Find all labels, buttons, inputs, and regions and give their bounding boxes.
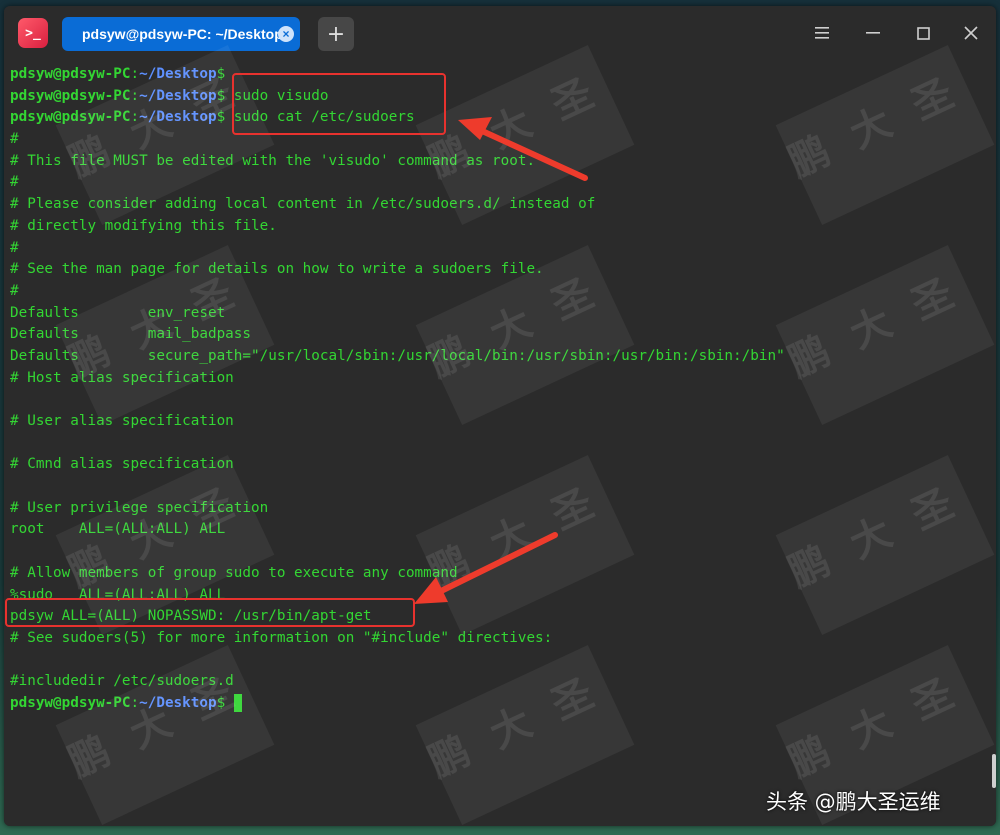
line-text: # — [10, 282, 19, 299]
line-text: #includedir /etc/sudoers.d — [10, 673, 234, 690]
terminal-line: pdsyw@pdsyw-PC:~/Desktop$ sudo visudo — [10, 86, 996, 108]
terminal-line: Defaults secure_path="/usr/local/sbin:/u… — [10, 346, 996, 368]
line-text: %sudo ALL=(ALL:ALL) ALL — [10, 586, 226, 603]
prompt-path: ~/Desktop — [139, 694, 217, 711]
command-text: sudo cat /etc/sudoers — [225, 109, 415, 126]
add-tab-button[interactable]: + — [318, 17, 354, 51]
line-text: # Cmnd alias specification — [10, 456, 234, 473]
prompt-dollar: $ — [216, 87, 226, 104]
prompt-user-host: pdsyw@pdsyw-PC — [10, 109, 131, 126]
terminal-line: # directly modifying this file. — [10, 216, 996, 238]
line-text: # — [10, 239, 19, 256]
prompt-path: ~/Desktop — [139, 66, 217, 82]
prompt-dollar: $ — [216, 694, 226, 711]
terminal-line: # — [10, 129, 996, 151]
line-text: # User alias specification — [10, 413, 234, 429]
terminal-line: # Host alias specification — [10, 368, 996, 390]
line-text: Defaults env_reset — [10, 304, 226, 321]
line-text: # See the man page for details on how to… — [10, 261, 544, 278]
terminal-line: # See the man page for details on how to… — [10, 259, 996, 281]
line-text: # This file MUST be edited with the 'vis… — [10, 152, 536, 169]
prompt-user-host: pdsyw@pdsyw-PC — [10, 66, 131, 82]
terminal-window: >_ pdsyw@pdsyw-PC: ~/Desktop × + pdsyw@p… — [4, 6, 996, 826]
prompt-separator: : — [130, 109, 140, 126]
terminal-line: %sudo ALL=(ALL:ALL) ALL — [10, 585, 996, 607]
prompt-dollar: $ — [216, 109, 226, 126]
line-text: # Host alias specification — [10, 369, 234, 386]
terminal-line: # — [10, 281, 996, 303]
line-text: pdsyw ALL=(ALL) NOPASSWD: /usr/bin/apt-g… — [10, 608, 372, 625]
tab-terminal-desktop[interactable]: pdsyw@pdsyw-PC: ~/Desktop × — [62, 17, 300, 51]
line-text: # — [10, 131, 19, 148]
terminal-line: Defaults mail_badpass — [10, 324, 996, 346]
terminal-line: pdsyw ALL=(ALL) NOPASSWD: /usr/bin/apt-g… — [10, 606, 996, 628]
tab-close-icon[interactable]: × — [278, 26, 294, 42]
close-icon[interactable] — [957, 20, 985, 46]
terminal-line: pdsyw@pdsyw-PC:~/Desktop$ sudo cat /etc/… — [10, 107, 996, 129]
tab-title: pdsyw@pdsyw-PC: ~/Desktop — [82, 26, 283, 42]
terminal-output[interactable]: pdsyw@pdsyw-PC:~/Desktop$ pdsyw@pdsyw-PC:… — [4, 60, 996, 826]
menu-icon[interactable] — [808, 20, 836, 46]
terminal-line: # See sudoers(5) for more information on… — [10, 628, 996, 650]
line-text: # Please consider adding local content i… — [10, 196, 596, 213]
terminal-line: # User alias specification — [10, 411, 996, 433]
line-text: # Allow members of group sudo to execute… — [10, 564, 458, 581]
title-bar: >_ pdsyw@pdsyw-PC: ~/Desktop × + — [4, 6, 996, 60]
line-text: # — [10, 174, 19, 191]
terminal-line: # Please consider adding local content i… — [10, 194, 996, 216]
line-text: Defaults mail_badpass — [10, 326, 252, 343]
scrollbar[interactable] — [992, 754, 996, 788]
prompt-user-host: pdsyw@pdsyw-PC — [10, 87, 131, 104]
prompt-path: ~/Desktop — [139, 109, 217, 126]
prompt-separator: : — [130, 694, 140, 711]
minimize-icon[interactable] — [859, 20, 887, 46]
terminal-line: # Allow members of group sudo to execute… — [10, 563, 996, 585]
line-text: # User privilege specification — [10, 499, 269, 516]
command-text: sudo visudo — [225, 87, 329, 104]
line-text: Defaults secure_path="/usr/local/sbin:/u… — [10, 347, 785, 364]
maximize-icon[interactable] — [909, 20, 937, 46]
text-cursor — [233, 693, 242, 712]
terminal-line: root ALL=(ALL:ALL) ALL — [10, 519, 996, 541]
credit-label: 头条 @鹏大圣运维 — [766, 790, 941, 814]
terminal-app-icon[interactable]: >_ — [18, 18, 48, 48]
prompt-separator: : — [130, 87, 140, 104]
terminal-line: pdsyw@pdsyw-PC:~/Desktop$ — [10, 64, 996, 86]
line-text: root ALL=(ALL:ALL) ALL — [10, 521, 226, 538]
prompt-separator: : — [130, 66, 140, 82]
terminal-line: pdsyw@pdsyw-PC:~/Desktop$ — [10, 693, 996, 715]
terminal-line: Defaults env_reset — [10, 303, 996, 325]
prompt-dollar: $ — [216, 66, 226, 82]
prompt-user-host: pdsyw@pdsyw-PC — [10, 694, 131, 711]
terminal-line: # — [10, 238, 996, 260]
prompt-path: ~/Desktop — [139, 87, 217, 104]
terminal-line: #includedir /etc/sudoers.d — [10, 671, 996, 693]
terminal-line: # — [10, 172, 996, 194]
terminal-line: # User privilege specification — [10, 498, 996, 520]
line-text: # See sudoers(5) for more information on… — [10, 629, 553, 646]
terminal-line: # This file MUST be edited with the 'vis… — [10, 151, 996, 173]
terminal-line: # Cmnd alias specification — [10, 454, 996, 476]
line-text: # directly modifying this file. — [10, 217, 277, 234]
